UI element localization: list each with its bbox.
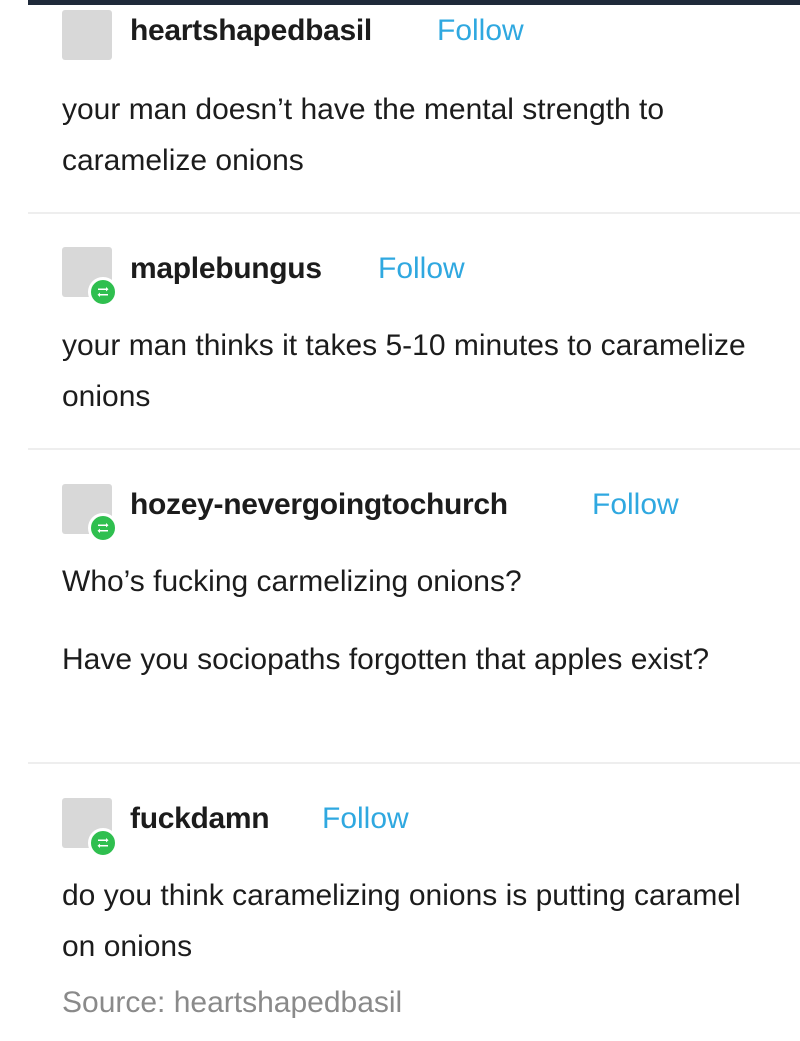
reblog-arrows-icon (97, 287, 109, 297)
reblog-icon (88, 513, 118, 543)
divider (28, 448, 800, 450)
post-text: Have you sociopaths forgotten that apple… (62, 643, 710, 676)
username[interactable]: hozey-nevergoingtochurch (130, 488, 508, 522)
post-text: do you think caramelizing onions is putt… (62, 879, 741, 963)
divider (28, 212, 800, 214)
source-link[interactable]: Source: heartshapedbasil (62, 986, 402, 1020)
follow-button[interactable]: Follow (437, 14, 524, 48)
follow-button[interactable]: Follow (378, 252, 465, 286)
divider (28, 762, 800, 764)
reblog-icon (88, 828, 118, 858)
reblog-arrows-icon (97, 838, 109, 848)
post-text: your man doesn’t have the mental strengt… (62, 93, 665, 177)
reblog-icon (88, 277, 118, 307)
avatar[interactable] (62, 10, 112, 60)
post-text: Who’s fucking carmelizing onions? (62, 565, 522, 598)
username[interactable]: heartshapedbasil (130, 14, 372, 48)
username[interactable]: fuckdamn (130, 802, 270, 836)
username[interactable]: maplebungus (130, 252, 322, 286)
post-text: your man thinks it takes 5-10 minutes to… (62, 329, 746, 413)
top-border (28, 0, 800, 5)
reblog-arrows-icon (97, 523, 109, 533)
follow-button[interactable]: Follow (322, 802, 409, 836)
follow-button[interactable]: Follow (592, 488, 679, 522)
